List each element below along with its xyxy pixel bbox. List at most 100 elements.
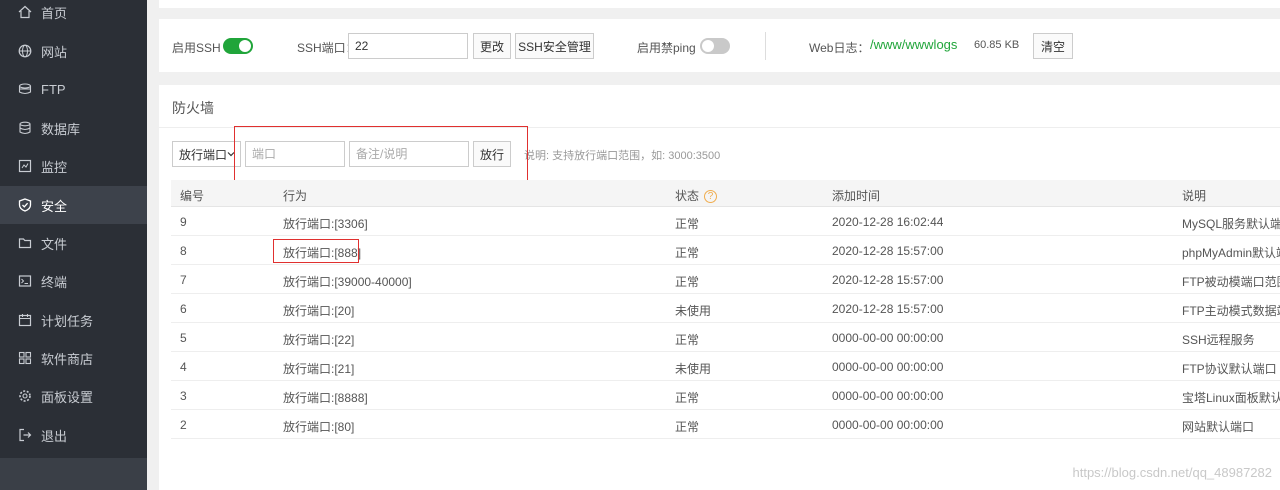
top-panel xyxy=(159,0,1280,8)
row-added: 2020-12-28 15:57:00 xyxy=(832,244,944,258)
ftp-icon xyxy=(17,81,33,97)
ssh-port-input[interactable] xyxy=(348,33,468,59)
row-action: 放行端口:[80] xyxy=(283,420,355,434)
column-header-added: 添加时间 xyxy=(832,189,881,203)
help-icon[interactable]: ? xyxy=(704,190,718,204)
column-header-status: 状态? xyxy=(675,187,718,204)
row-added: 2020-12-28 15:57:00 xyxy=(832,273,944,287)
column-header-action: 行为 xyxy=(283,189,308,203)
sidebar: 首页 网站 FTP 数据库 监控 安全 文件 终端 计划任务 软件商店 面板设置 xyxy=(0,0,147,490)
row-added: 2020-12-28 15:57:00 xyxy=(832,302,944,316)
ssh-port-change-button[interactable]: 更改 xyxy=(473,33,511,59)
weblog-path-link[interactable]: /www/wwwlogs xyxy=(870,37,957,52)
sidebar-item-settings[interactable]: 面板设置 xyxy=(0,377,147,415)
sidebar-footer xyxy=(0,458,147,490)
ssh-enable-label: 启用SSH xyxy=(172,41,221,55)
ssh-security-manage-button[interactable]: SSH安全管理 xyxy=(515,33,594,59)
table-row: 5 放行端口:[22] 正常 0000-00-00 00:00:00 SSH远程… xyxy=(171,323,1280,352)
terminal-icon xyxy=(17,273,33,289)
column-header-id: 编号 xyxy=(180,189,205,203)
sidebar-item-label: FTP xyxy=(41,81,66,97)
row-id: 9 xyxy=(180,215,187,229)
firewall-type-select[interactable]: 放行端口 xyxy=(172,141,241,167)
firewall-panel: 防火墙 放行端口 放行 说明: 支持放行端口范围，如: 3000:3500 编号… xyxy=(159,85,1280,490)
row-note: phpMyAdmin默认端 xyxy=(1182,246,1280,260)
port-range-hint: 说明: 支持放行端口范围，如: 3000:3500 xyxy=(524,150,721,162)
row-note: FTP协议默认端口 xyxy=(1182,362,1277,376)
row-note: MySQL服务默认端口 xyxy=(1182,217,1280,231)
row-id: 2 xyxy=(180,418,187,432)
sidebar-item-files[interactable]: 文件 xyxy=(0,224,147,262)
globe-icon xyxy=(17,43,33,59)
row-action: 放行端口:[20] xyxy=(283,304,355,318)
sidebar-item-monitor[interactable]: 监控 xyxy=(0,147,147,185)
row-status: 正常 xyxy=(675,420,700,434)
table-row: 6 放行端口:[20] 未使用 2020-12-28 15:57:00 FTP主… xyxy=(171,294,1280,323)
logout-icon xyxy=(17,427,33,443)
row-status: 未使用 xyxy=(675,304,712,318)
sidebar-item-label: 计划任务 xyxy=(41,313,94,329)
sidebar-item-website[interactable]: 网站 xyxy=(0,32,147,70)
sidebar-item-label: 终端 xyxy=(41,274,68,290)
sidebar-item-database[interactable]: 数据库 xyxy=(0,109,147,147)
sidebar-item-label: 监控 xyxy=(41,159,68,175)
firewall-title: 防火墙 xyxy=(172,100,214,116)
sidebar-item-label: 数据库 xyxy=(41,121,81,137)
sidebar-item-logout[interactable]: 退出 xyxy=(0,416,147,454)
sidebar-item-home[interactable]: 首页 xyxy=(0,0,147,31)
sidebar-item-label: 面板设置 xyxy=(41,389,94,405)
table-row: 4 放行端口:[21] 未使用 0000-00-00 00:00:00 FTP协… xyxy=(171,352,1280,381)
shield-icon xyxy=(17,197,33,213)
sidebar-item-terminal[interactable]: 终端 xyxy=(0,262,147,300)
row-note: 网站默认端口 xyxy=(1182,420,1255,434)
row-action: 放行端口:[3306] xyxy=(283,217,368,231)
row-id: 8 xyxy=(180,244,187,258)
row-action: 放行端口:[39000-40000] xyxy=(283,275,412,289)
table-row: 3 放行端口:[8888] 正常 0000-00-00 00:00:00 宝塔L… xyxy=(171,381,1280,410)
sidebar-item-label: 退出 xyxy=(41,428,68,444)
watermark: https://blog.csdn.net/qq_48987282 xyxy=(1072,465,1273,480)
table-header: 编号 行为 状态? 添加时间 说明 xyxy=(171,180,1280,207)
row-status: 未使用 xyxy=(675,362,712,376)
table-row: 7 放行端口:[39000-40000] 正常 2020-12-28 15:57… xyxy=(171,265,1280,294)
row-id: 4 xyxy=(180,360,187,374)
sidebar-item-label: 网站 xyxy=(41,44,68,60)
row-status: 正常 xyxy=(675,333,700,347)
firewall-type-value: 放行端口 xyxy=(179,147,228,162)
row-id: 7 xyxy=(180,273,187,287)
row-action: 放行端口:[21] xyxy=(283,362,355,376)
table-row: 2 放行端口:[80] 正常 0000-00-00 00:00:00 网站默认端… xyxy=(171,410,1280,439)
table-row: 9 放行端口:[3306] 正常 2020-12-28 16:02:44 MyS… xyxy=(171,207,1280,236)
ping-block-label: 启用禁ping xyxy=(637,41,696,55)
row-id: 3 xyxy=(180,389,187,403)
ping-block-toggle[interactable] xyxy=(700,38,730,54)
sidebar-item-ftp[interactable]: FTP xyxy=(0,70,147,108)
gear-icon xyxy=(17,388,33,404)
weblog-size: 60.85 KB xyxy=(974,39,1020,51)
home-icon xyxy=(17,4,33,20)
column-header-note: 说明 xyxy=(1182,189,1207,203)
row-note: FTP主动模式数据端 xyxy=(1182,304,1280,318)
database-icon xyxy=(17,120,33,136)
divider xyxy=(765,32,766,60)
ssh-settings-panel: 启用SSH SSH端口： 更改 SSH安全管理 启用禁ping Web日志： /… xyxy=(159,19,1280,72)
ssh-enable-toggle[interactable] xyxy=(223,38,253,54)
row-note: SSH远程服务 xyxy=(1182,333,1255,347)
row-added: 0000-00-00 00:00:00 xyxy=(832,331,944,345)
highlight-box xyxy=(234,126,528,184)
sidebar-item-label: 安全 xyxy=(41,198,68,214)
sidebar-item-cron[interactable]: 计划任务 xyxy=(0,301,147,339)
sidebar-item-security[interactable]: 安全 xyxy=(0,186,147,224)
main-content: 启用SSH SSH端口： 更改 SSH安全管理 启用禁ping Web日志： /… xyxy=(147,0,1280,490)
row-added: 0000-00-00 00:00:00 xyxy=(832,418,944,432)
row-id: 5 xyxy=(180,331,187,345)
sidebar-item-store[interactable]: 软件商店 xyxy=(0,339,147,377)
monitor-icon xyxy=(17,158,33,174)
calendar-icon xyxy=(17,312,33,328)
row-action: 放行端口:[8888] xyxy=(283,391,368,405)
sidebar-item-label: 文件 xyxy=(41,236,68,252)
row-note: 宝塔Linux面板默认端 xyxy=(1182,391,1280,405)
weblog-clear-button[interactable]: 清空 xyxy=(1033,33,1073,59)
row-status: 正常 xyxy=(675,391,700,405)
row-status: 正常 xyxy=(675,246,700,260)
